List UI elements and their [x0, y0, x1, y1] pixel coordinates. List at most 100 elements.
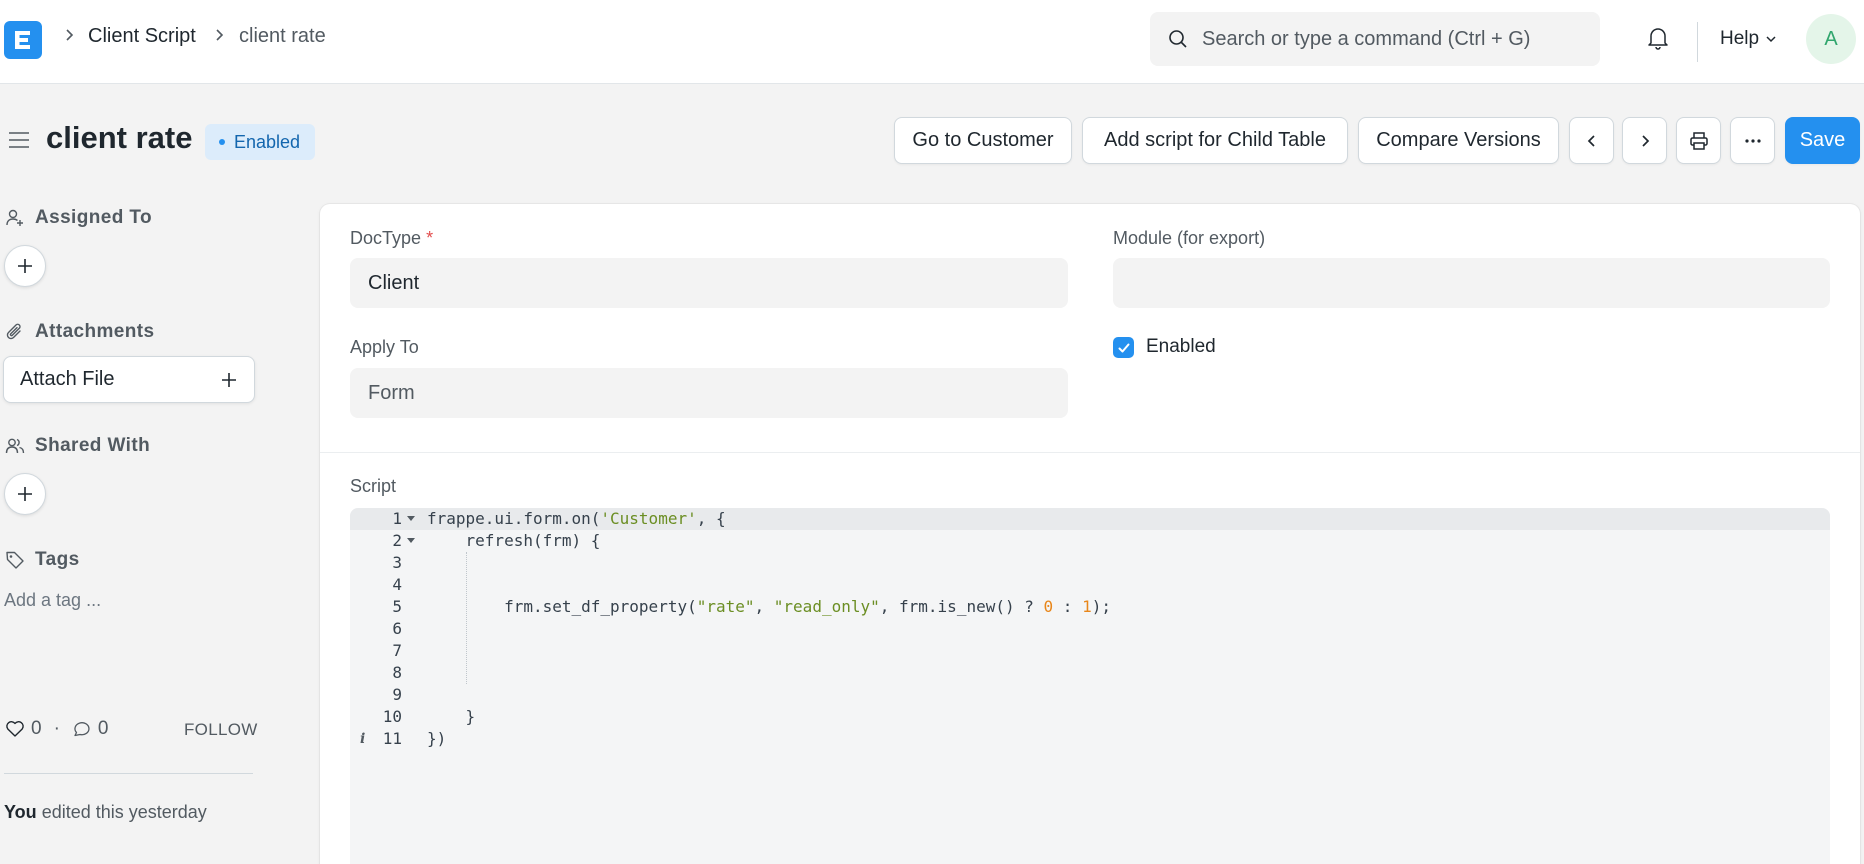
paperclip-icon: [6, 323, 21, 340]
user-add-icon: [6, 209, 23, 226]
code-line: 3: [350, 552, 1830, 574]
comment-count: 0: [97, 718, 109, 739]
user-avatar[interactable]: A: [1806, 14, 1856, 64]
help-dropdown[interactable]: Help: [1720, 28, 1777, 50]
navbar: Client Script client rate Help A: [0, 0, 1864, 84]
code-text: frappe.ui.form.on('Customer', {: [427, 509, 726, 528]
compare-versions-button[interactable]: Compare Versions: [1358, 117, 1559, 164]
tags-label: Tags: [35, 549, 80, 570]
search-input[interactable]: [1202, 12, 1592, 66]
notification-bell-icon[interactable]: [1646, 25, 1670, 51]
code-line: 5 frm.set_df_property("rate", "read_only…: [350, 596, 1830, 618]
save-button[interactable]: Save: [1785, 117, 1860, 164]
doctype-label: DocType *: [350, 228, 433, 249]
section-divider: [320, 452, 1860, 453]
breadcrumb-client-rate[interactable]: client rate: [239, 25, 326, 48]
code-line: 9: [350, 684, 1830, 706]
print-button[interactable]: [1676, 117, 1721, 164]
code-line: 8: [350, 662, 1830, 684]
enabled-label: Enabled: [1146, 336, 1216, 357]
line-number: 5: [392, 597, 402, 616]
code-line: 7: [350, 640, 1830, 662]
line-number: 6: [392, 619, 402, 638]
breadcrumb-client-script[interactable]: Client Script: [88, 25, 196, 48]
erpnext-logo-icon: [15, 31, 30, 49]
sidebar-divider: [4, 773, 253, 774]
chevron-left-icon: [1587, 134, 1595, 147]
line-number: 1: [392, 509, 402, 528]
page-title: client rate: [46, 120, 193, 155]
heart-icon[interactable]: [5, 720, 25, 738]
required-asterisk: *: [426, 228, 434, 248]
activity-text: edited this yesterday: [41, 802, 207, 822]
line-number: 2: [392, 531, 402, 550]
status-badge: Enabled: [205, 124, 316, 160]
more-actions-button[interactable]: [1730, 117, 1775, 164]
add-tag-link[interactable]: Add a tag ...: [4, 590, 101, 611]
go-to-customer-button[interactable]: Go to Customer: [894, 117, 1072, 164]
chevron-down-icon: [1766, 36, 1776, 43]
users-icon: [5, 438, 25, 454]
code-editor[interactable]: 1 frappe.ui.form.on('Customer', { 2 refr…: [350, 508, 1830, 864]
plus-icon: [18, 487, 32, 501]
assigned-to-section: Assigned To: [5, 207, 152, 229]
apply-to-field[interactable]: Form: [350, 368, 1068, 418]
code-line: 4: [350, 574, 1830, 596]
code-text: refresh(frm) {: [427, 531, 601, 550]
comment-icon: [74, 722, 90, 737]
previous-doc-button[interactable]: [1569, 117, 1614, 164]
attach-file-label: Attach File: [20, 368, 115, 390]
attach-file-button[interactable]: Attach File: [3, 356, 255, 403]
status-dot: [219, 139, 225, 145]
attachments-label: Attachments: [35, 321, 155, 342]
follow-link[interactable]: FOLLOW: [184, 720, 258, 740]
code-line: 1 frappe.ui.form.on('Customer', {: [350, 508, 1830, 530]
line-number: 7: [392, 641, 402, 660]
code-line: 2 refresh(frm) {: [350, 530, 1830, 552]
doctype-label-text: DocType: [350, 228, 422, 248]
line-number: 10: [382, 707, 402, 726]
doctype-field[interactable]: Client: [350, 258, 1068, 308]
next-doc-button[interactable]: [1622, 117, 1667, 164]
plus-icon: [222, 372, 236, 387]
code-line: 6: [350, 618, 1830, 640]
assigned-to-label: Assigned To: [35, 207, 152, 228]
code-text: }: [427, 707, 476, 726]
printer-icon: [1689, 131, 1708, 150]
script-label: Script: [350, 476, 397, 496]
code-line: 10 }: [350, 706, 1830, 728]
tag-icon: [6, 551, 24, 569]
code-line: i 11 }): [350, 728, 1830, 750]
line-number: 9: [392, 685, 402, 704]
add-assignee-button[interactable]: [4, 245, 46, 287]
shared-with-section: Shared With: [5, 435, 150, 457]
line-number: 11: [382, 729, 402, 748]
apply-to-label: Apply To: [350, 337, 419, 357]
add-share-button[interactable]: [4, 473, 46, 515]
module-field[interactable]: [1113, 258, 1830, 308]
navbar-divider: [1697, 22, 1698, 62]
search-bar[interactable]: [1150, 12, 1600, 66]
line-number: 3: [392, 553, 402, 572]
check-icon: [1118, 343, 1129, 352]
tags-section: Tags: [5, 549, 80, 571]
fold-arrow-icon[interactable]: [407, 516, 415, 521]
chevron-right-icon: [216, 29, 224, 41]
module-label: Module (for export): [1113, 228, 1266, 248]
line-number: 8: [392, 663, 402, 682]
fold-arrow-icon[interactable]: [407, 538, 415, 543]
separator-dot: ·: [53, 718, 60, 739]
add-script-child-table-button[interactable]: Add script for Child Table: [1082, 117, 1348, 164]
chevron-right-icon: [66, 29, 74, 41]
search-icon: [1169, 30, 1187, 48]
more-horizontal-icon: [1744, 138, 1761, 143]
likes-comments: 0 · 0: [5, 718, 108, 740]
sidebar-toggle-icon[interactable]: [7, 130, 31, 150]
enabled-checkbox[interactable]: [1113, 337, 1134, 358]
plus-icon: [18, 259, 32, 273]
like-count: 0: [31, 718, 42, 739]
app-logo[interactable]: [4, 21, 42, 59]
code-text: }): [427, 729, 447, 748]
activity-user: You: [4, 802, 37, 822]
help-label: Help: [1720, 28, 1760, 49]
